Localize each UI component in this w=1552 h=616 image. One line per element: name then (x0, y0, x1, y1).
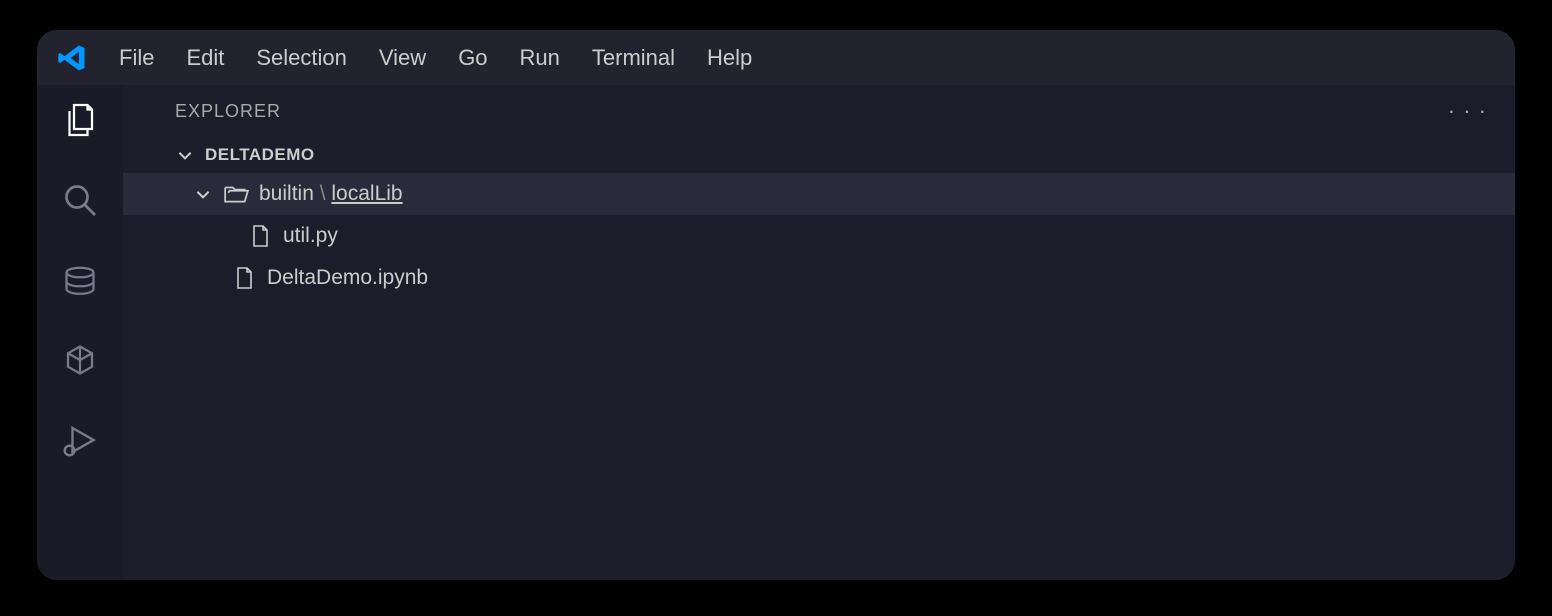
explorer-header: EXPLORER · · · (123, 85, 1515, 137)
menu-go[interactable]: Go (458, 45, 487, 71)
menu-terminal[interactable]: Terminal (592, 45, 675, 71)
more-actions-icon[interactable]: · · · (1448, 98, 1487, 124)
extensions-icon[interactable] (59, 339, 101, 381)
menu-selection[interactable]: Selection (256, 45, 347, 71)
file-icon (247, 223, 273, 249)
vscode-logo-icon (57, 43, 87, 73)
app-window: File Edit Selection View Go Run Terminal… (37, 30, 1515, 580)
file-label: util.py (283, 224, 338, 248)
source-control-icon[interactable] (59, 259, 101, 301)
titlebar: File Edit Selection View Go Run Terminal… (37, 30, 1515, 85)
folder-open-icon (223, 181, 249, 207)
menu-view[interactable]: View (379, 45, 426, 71)
body-area: EXPLORER · · · DELTADEMO (37, 85, 1515, 580)
tree-file[interactable]: DeltaDemo.ipynb (123, 257, 1515, 299)
folder-label: builtin \ localLib (259, 182, 403, 206)
search-icon[interactable] (59, 179, 101, 221)
file-label: DeltaDemo.ipynb (267, 266, 428, 290)
tree-folder[interactable]: builtin \ localLib (123, 173, 1515, 215)
project-name: DELTADEMO (205, 145, 315, 165)
folder-path-prefix: builtin (259, 182, 314, 205)
file-icon (231, 265, 257, 291)
menubar: File Edit Selection View Go Run Terminal… (119, 45, 752, 71)
menu-run[interactable]: Run (520, 45, 560, 71)
explorer-title: EXPLORER (175, 101, 281, 122)
menu-edit[interactable]: Edit (186, 45, 224, 71)
project-header[interactable]: DELTADEMO (123, 137, 1515, 173)
path-separator: \ (314, 182, 332, 205)
explorer-panel: EXPLORER · · · DELTADEMO (123, 85, 1515, 580)
activity-bar (37, 85, 123, 580)
chevron-down-icon (193, 184, 213, 204)
tree-file[interactable]: util.py (123, 215, 1515, 257)
run-debug-icon[interactable] (59, 419, 101, 461)
chevron-down-icon (175, 145, 195, 165)
folder-name: localLib (331, 182, 402, 205)
explorer-icon[interactable] (59, 99, 101, 141)
menu-help[interactable]: Help (707, 45, 752, 71)
menu-file[interactable]: File (119, 45, 154, 71)
file-tree: builtin \ localLib util.py (123, 173, 1515, 299)
